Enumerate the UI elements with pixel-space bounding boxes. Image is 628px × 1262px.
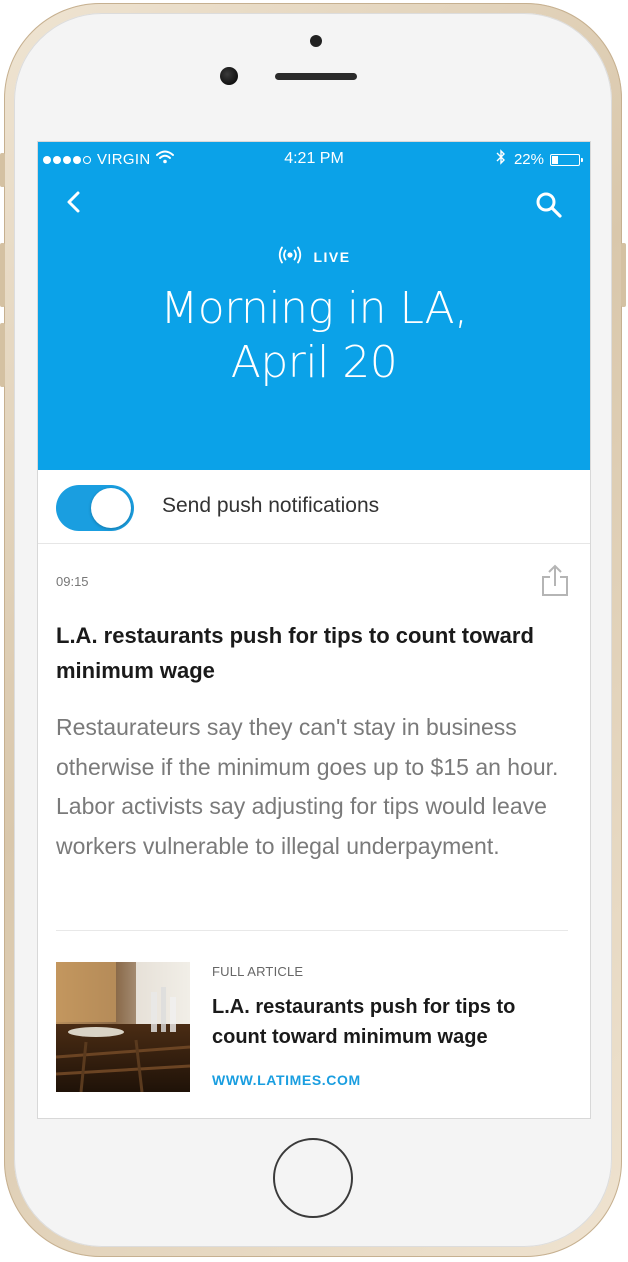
push-notifications-row: Send push notifications bbox=[38, 470, 590, 544]
search-icon[interactable] bbox=[534, 190, 564, 220]
post-headline: L.A. restaurants push for tips to count … bbox=[56, 623, 534, 683]
share-icon[interactable] bbox=[540, 564, 570, 598]
app-screen: VIRGIN 4:21 PM 22% LIVE Morning in LA, A… bbox=[37, 141, 591, 1119]
live-label: LIVE bbox=[313, 248, 351, 265]
battery-icon bbox=[550, 153, 583, 166]
page-title-line1: Morning in LA, bbox=[160, 283, 468, 334]
toggle-knob bbox=[91, 488, 131, 528]
home-button[interactable] bbox=[273, 1138, 353, 1218]
power-button bbox=[621, 243, 626, 307]
live-indicator: LIVE bbox=[38, 246, 590, 267]
bluetooth-icon bbox=[496, 149, 506, 170]
earpiece-speaker bbox=[275, 73, 357, 80]
battery-percent: 22% bbox=[513, 151, 544, 168]
front-camera bbox=[220, 67, 238, 85]
page-title: Morning in LA, April 20 bbox=[58, 282, 570, 390]
volume-down-button bbox=[0, 323, 5, 387]
push-notifications-toggle[interactable] bbox=[56, 485, 134, 531]
volume-up-button bbox=[0, 243, 5, 307]
post-divider bbox=[56, 930, 568, 931]
proximity-sensor bbox=[310, 35, 322, 47]
mute-switch bbox=[0, 153, 5, 187]
article-source-link[interactable]: WWW.LATIMES.COM bbox=[212, 1072, 361, 1088]
chevron-left-icon[interactable] bbox=[60, 188, 88, 216]
battery-level-fill bbox=[552, 155, 558, 164]
article-headline: L.A. restaurants push for tips to count … bbox=[212, 996, 516, 1048]
post-timestamp: 09:15 bbox=[56, 574, 89, 589]
full-article-card[interactable]: FULL ARTICLE L.A. restaurants push for t… bbox=[56, 960, 570, 1094]
article-thumbnail-image bbox=[56, 962, 190, 1092]
page-title-line2: April 20 bbox=[230, 337, 398, 388]
broadcast-icon bbox=[277, 246, 303, 267]
live-header: VIRGIN 4:21 PM 22% LIVE Morning in LA, A… bbox=[38, 142, 590, 470]
push-notifications-label: Send push notifications bbox=[162, 494, 380, 517]
article-kicker: FULL ARTICLE bbox=[212, 964, 304, 979]
post-body: Restaurateurs say they can't stay in bus… bbox=[56, 714, 559, 859]
status-bar: VIRGIN 4:21 PM 22% bbox=[38, 142, 590, 176]
